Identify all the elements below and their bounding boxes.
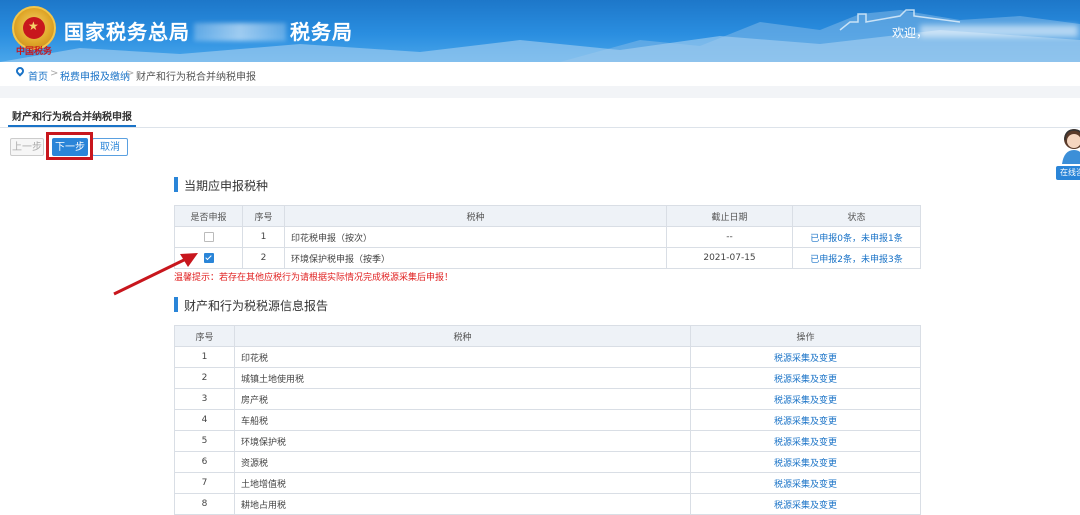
tax-name: 印花税申报（按次） (284, 226, 667, 248)
table-row: 4 车船税 税源采集及变更 (174, 409, 921, 431)
redacted-username (920, 25, 1078, 37)
tax-source-table: 序号 税种 操作 1 印花税 税源采集及变更 2 城镇土地使用税 税源采集及变更 3 房产… (174, 325, 921, 515)
col-header-declare: 是否申报 (174, 205, 243, 227)
row-number: 2 (242, 247, 285, 269)
redacted-region (194, 23, 286, 41)
tax-name: 城镇土地使用税 (234, 367, 691, 389)
row-number: 5 (174, 430, 235, 452)
row-number: 1 (242, 226, 285, 248)
collect-change-link[interactable]: 税源采集及变更 (690, 451, 921, 473)
breadcrumb-separator: > (126, 68, 135, 79)
annotation-arrow-icon (113, 253, 198, 296)
site-header: ★ 中国税务 国家税务总局 税务局 欢迎， (0, 0, 1080, 62)
row-number: 2 (174, 367, 235, 389)
site-title: 国家税务总局 税务局 (64, 16, 353, 45)
tax-name: 环境保护税 (234, 430, 691, 452)
table-row: 2 环境保护税申报（按季） 2021-07-15 已申报2条，未申报3条 (174, 247, 921, 269)
row-number: 3 (174, 388, 235, 410)
collect-change-link[interactable]: 税源采集及变更 (690, 367, 921, 389)
breadcrumb-tax-filing[interactable]: 税费申报及缴纳 (60, 68, 130, 83)
tab-property-behavior-tax[interactable]: 财产和行为税合并纳税申报 (12, 108, 132, 123)
location-pin-icon (14, 65, 26, 77)
site-title-left: 国家税务总局 (64, 20, 190, 44)
collect-change-link[interactable]: 税源采集及变更 (690, 346, 921, 368)
breadcrumb-divider (0, 86, 1080, 98)
col-header-tax: 税种 (234, 325, 691, 347)
site-title-right: 税务局 (290, 20, 353, 44)
table-header-row: 序号 税种 操作 (174, 325, 921, 347)
collect-change-link[interactable]: 税源采集及变更 (690, 472, 921, 494)
status-link[interactable]: 已申报2条，未申报3条 (792, 247, 921, 269)
table-row: 8 耕地占用税 税源采集及变更 (174, 493, 921, 515)
row-number: 6 (174, 451, 235, 473)
breadcrumb: 首页 > 税费申报及缴纳 > 财产和行为税合并纳税申报 (0, 62, 1080, 86)
customer-service-avatar-icon[interactable] (1058, 126, 1080, 164)
breadcrumb-home[interactable]: 首页 (28, 68, 48, 83)
prev-step-button[interactable]: 上一步 (10, 138, 44, 156)
col-header-no: 序号 (242, 205, 285, 227)
col-header-deadline: 截止日期 (666, 205, 793, 227)
table-row: 1 印花税 税源采集及变更 (174, 346, 921, 368)
highlight-annotation-box (46, 132, 93, 160)
breadcrumb-current: 财产和行为税合并纳税申报 (136, 72, 256, 83)
row-number: 8 (174, 493, 235, 515)
col-header-no: 序号 (174, 325, 235, 347)
cancel-button[interactable]: 取消 (92, 138, 128, 156)
deadline: 2021-07-15 (666, 247, 793, 269)
col-header-operation: 操作 (690, 325, 921, 347)
tax-name: 环境保护税申报（按季） (284, 247, 667, 269)
motto-logo-text: 中国税务 (15, 47, 52, 57)
tax-name: 资源税 (234, 451, 691, 473)
col-header-status: 状态 (792, 205, 921, 227)
row-number: 7 (174, 472, 235, 494)
tax-name: 耕地占用税 (234, 493, 691, 515)
row-number: 1 (174, 346, 235, 368)
collect-change-link[interactable]: 税源采集及变更 (690, 409, 921, 431)
section-title-tax-source: 财产和行为税税源信息报告 (174, 297, 328, 314)
table-row: 3 房产税 税源采集及变更 (174, 388, 921, 410)
table-row: 1 印花税申报（按次） -- 已申报0条，未申报1条 (174, 226, 921, 248)
tab-divider (0, 127, 1080, 128)
collect-change-link[interactable]: 税源采集及变更 (690, 430, 921, 452)
col-header-tax: 税种 (284, 205, 667, 227)
current-tax-table: 是否申报 序号 税种 截止日期 状态 1 印花税申报（按次） -- 已申报0条，… (174, 205, 921, 269)
deadline: -- (666, 226, 793, 248)
declare-checkbox-checked[interactable] (203, 252, 214, 263)
table-header-row: 是否申报 序号 税种 截止日期 状态 (174, 205, 921, 227)
table-row: 6 资源税 税源采集及变更 (174, 451, 921, 473)
online-service-button[interactable]: 在线咨 (1056, 166, 1080, 180)
table-row: 5 环境保护税 税源采集及变更 (174, 430, 921, 452)
tax-name: 印花税 (234, 346, 691, 368)
collect-change-link[interactable]: 税源采集及变更 (690, 388, 921, 410)
status-link[interactable]: 已申报0条，未申报1条 (792, 226, 921, 248)
section-title-current-taxes: 当期应申报税种 (174, 177, 268, 194)
tax-name: 土地增值税 (234, 472, 691, 494)
tax-name: 房产税 (234, 388, 691, 410)
tax-name: 车船税 (234, 409, 691, 431)
table-row: 2 城镇土地使用税 税源采集及变更 (174, 367, 921, 389)
warning-tip: 温馨提示：若存在其他应税行为请根据实际情况完成税源采集后申报！ (174, 273, 454, 283)
collect-change-link[interactable]: 税源采集及变更 (690, 493, 921, 515)
breadcrumb-separator: > (50, 68, 59, 79)
row-number: 4 (174, 409, 235, 431)
table-row: 7 土地增值税 税源采集及变更 (174, 472, 921, 494)
declare-checkbox[interactable] (203, 231, 214, 242)
